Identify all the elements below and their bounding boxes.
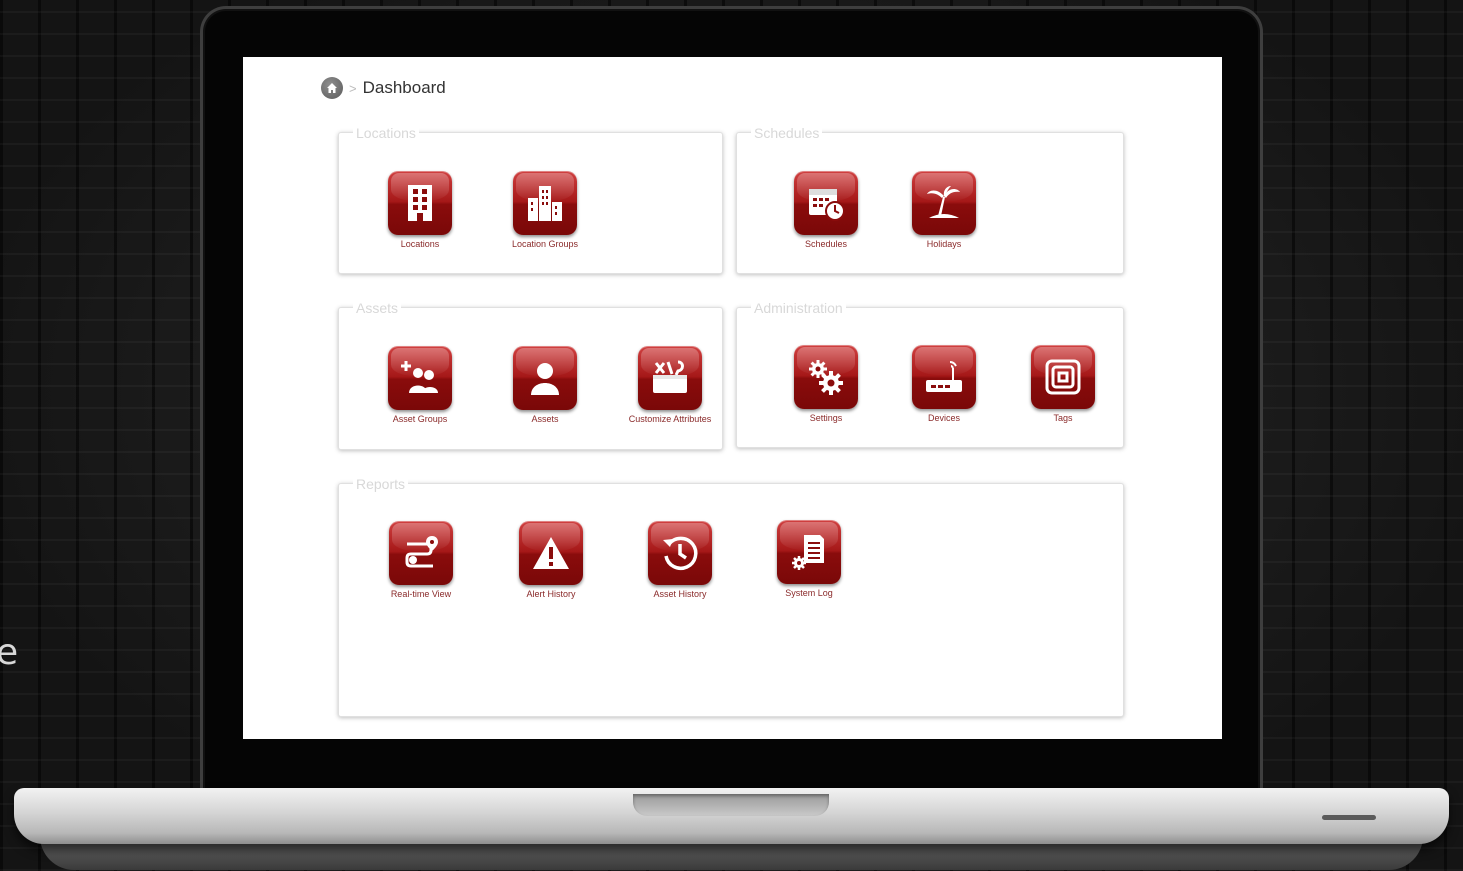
- tile-label: Locations: [400, 239, 440, 249]
- tile-label: Customize Attributes: [628, 414, 712, 424]
- home-icon[interactable]: [321, 77, 343, 99]
- tile-label: Location Groups: [511, 239, 579, 249]
- breadcrumb-separator: >: [349, 80, 357, 96]
- tile-schedules[interactable]: Schedules: [774, 171, 878, 249]
- rfid-tag-icon: [1031, 345, 1095, 409]
- page-title: Dashboard: [362, 78, 446, 97]
- buildings-icon: [513, 171, 577, 235]
- history-icon: [648, 521, 712, 585]
- panel-administration: Administration Settings Devices Tags: [736, 301, 1124, 448]
- edge-text-fragment: e: [0, 632, 19, 673]
- panel-reports: Reports Real-time View Alert History Ass…: [338, 477, 1124, 717]
- breadcrumb: > Dashboard: [321, 77, 446, 99]
- tile-location-groups[interactable]: Location Groups: [493, 171, 597, 249]
- user-icon: [513, 346, 577, 410]
- tile-holidays[interactable]: Holidays: [892, 171, 996, 249]
- panel-legend-assets: Assets: [353, 301, 402, 315]
- toolbox-icon: [638, 346, 702, 410]
- tile-label: Asset History: [653, 589, 707, 599]
- tile-label: System Log: [785, 588, 833, 598]
- calendar-clock-icon: [794, 171, 858, 235]
- tile-alert-history[interactable]: Alert History: [499, 521, 603, 599]
- route-pin-icon: [389, 521, 453, 585]
- panel-legend-schedules: Schedules: [751, 126, 823, 140]
- panel-locations: Locations Locations Location Groups: [338, 126, 723, 274]
- warning-icon: [519, 521, 583, 585]
- tile-system-log[interactable]: System Log: [757, 520, 861, 598]
- tile-asset-groups[interactable]: Asset Groups: [368, 346, 472, 424]
- tile-devices[interactable]: Devices: [892, 345, 996, 423]
- power-indicator: [1322, 815, 1376, 820]
- tile-assets[interactable]: Assets: [493, 346, 597, 424]
- tile-tags[interactable]: Tags: [1011, 345, 1115, 423]
- tile-asset-history[interactable]: Asset History: [628, 521, 732, 599]
- router-icon: [912, 345, 976, 409]
- add-users-icon: [388, 346, 452, 410]
- laptop-screen: > Dashboard Locations Locations Location…: [243, 57, 1222, 739]
- tile-label: Real-time View: [390, 589, 452, 599]
- tile-label: Tags: [1053, 413, 1073, 423]
- tile-label: Holidays: [926, 239, 962, 249]
- tile-label: Schedules: [804, 239, 848, 249]
- tile-label: Asset Groups: [392, 414, 448, 424]
- tile-real-time-view[interactable]: Real-time View: [369, 521, 473, 599]
- gears-icon: [794, 345, 858, 409]
- laptop-lid-notch: [633, 794, 829, 816]
- palm-tree-icon: [912, 171, 976, 235]
- panel-legend-locations: Locations: [353, 126, 419, 140]
- tile-label: Assets: [531, 414, 559, 424]
- tile-label: Devices: [927, 413, 960, 423]
- building-icon: [388, 171, 452, 235]
- log-document-icon: [777, 520, 841, 584]
- panel-schedules: Schedules Schedules Holidays: [736, 126, 1124, 274]
- panel-legend-reports: Reports: [353, 477, 409, 491]
- panel-assets: Assets Asset Groups Assets Customize Att…: [338, 301, 723, 450]
- tile-customize-attributes[interactable]: Customize Attributes: [618, 346, 722, 424]
- tile-label: Alert History: [526, 589, 576, 599]
- tile-label: Settings: [809, 413, 843, 423]
- panel-legend-administration: Administration: [751, 301, 846, 315]
- tile-locations[interactable]: Locations: [368, 171, 472, 249]
- tile-settings[interactable]: Settings: [774, 345, 878, 423]
